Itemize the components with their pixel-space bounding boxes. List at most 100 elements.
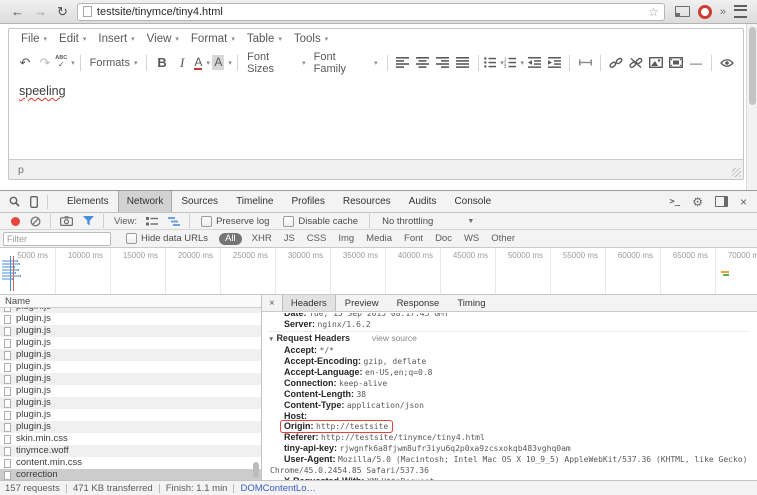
misspelled-word[interactable]: speeling [19, 84, 66, 98]
request-row[interactable]: plugin.js [0, 385, 261, 397]
devtools-tab-audits[interactable]: Audits [400, 191, 446, 212]
devtools-tab-resources[interactable]: Resources [334, 191, 400, 212]
type-filter-other[interactable]: Other [491, 233, 515, 244]
type-filter-ws[interactable]: WS [464, 233, 479, 244]
settings-gear-icon[interactable]: ⚙ [692, 195, 703, 209]
resize-grip[interactable] [732, 168, 741, 177]
request-row[interactable]: skin.min.css [0, 433, 261, 445]
devtools-tab-network[interactable]: Network [118, 191, 173, 212]
name-column-header[interactable]: Name [0, 295, 261, 308]
align-justify-button[interactable] [453, 53, 473, 73]
device-mode-icon[interactable] [30, 196, 38, 208]
text-color-button[interactable]: A [192, 53, 212, 73]
type-filter-css[interactable]: CSS [307, 233, 327, 244]
menu-icon[interactable] [734, 5, 747, 18]
media-button[interactable] [666, 53, 686, 73]
filter-input[interactable] [3, 232, 111, 246]
bullet-list-button[interactable] [484, 53, 504, 73]
request-row[interactable]: plugin.js [0, 325, 261, 337]
font-sizes-dropdown[interactable]: Font Sizes [243, 53, 310, 73]
undo-button[interactable]: ↶ [15, 53, 35, 73]
italic-button[interactable]: I [172, 53, 192, 73]
request-row[interactable]: plugin.js [0, 373, 261, 385]
align-center-button[interactable] [413, 53, 433, 73]
devtools-close-icon[interactable]: × [740, 195, 747, 209]
details-close-icon[interactable]: × [262, 298, 282, 309]
page-scrollbar[interactable] [746, 24, 757, 190]
menu-view[interactable]: View [147, 33, 179, 45]
requests-scrollbar[interactable] [253, 309, 260, 480]
devtools-tab-profiles[interactable]: Profiles [282, 191, 333, 212]
align-right-button[interactable] [433, 53, 453, 73]
type-filter-js[interactable]: JS [284, 233, 295, 244]
redo-button[interactable]: ↷ [35, 53, 55, 73]
request-row[interactable]: plugin.js [0, 349, 261, 361]
disable-cache-checkbox[interactable]: Disable cache [283, 216, 358, 227]
extension-record-icon[interactable] [698, 5, 712, 19]
request-row[interactable]: plugin.js [0, 409, 261, 421]
editor-content-area[interactable]: speeling [9, 76, 743, 159]
hide-data-urls-checkbox[interactable]: Hide data URLs [126, 233, 208, 244]
details-tab-response[interactable]: Response [388, 295, 449, 311]
reload-icon[interactable]: ↻ [57, 5, 68, 18]
view-list-icon[interactable] [146, 217, 158, 226]
clear-icon[interactable] [30, 216, 41, 227]
type-filter-doc[interactable]: Doc [435, 233, 452, 244]
bold-button[interactable]: B [152, 53, 172, 73]
nonbreaking-button[interactable] [575, 53, 595, 73]
type-filter-all[interactable]: All [219, 233, 242, 245]
bookmark-star-icon[interactable]: ☆ [648, 5, 659, 19]
request-row[interactable]: plugin.js [0, 421, 261, 433]
font-family-dropdown[interactable]: Font Family [310, 53, 382, 73]
request-row[interactable]: content.min.css [0, 457, 261, 469]
forward-icon[interactable]: → [34, 5, 47, 18]
scrollbar-thumb[interactable] [749, 27, 756, 105]
overflow-icon[interactable]: » [720, 6, 726, 18]
horizontal-rule-button[interactable]: — [686, 53, 706, 73]
align-left-button[interactable] [393, 53, 413, 73]
record-button[interactable] [11, 217, 20, 226]
details-tab-timing[interactable]: Timing [448, 295, 494, 311]
request-row[interactable]: plugin.js [0, 361, 261, 373]
numbered-list-button[interactable]: 123 [504, 53, 524, 73]
details-tab-headers[interactable]: Headers [282, 295, 336, 311]
menu-file[interactable]: File [21, 33, 47, 45]
view-source-link[interactable]: view source [372, 333, 417, 343]
preview-button[interactable] [717, 53, 737, 73]
triangle-down-icon[interactable]: ▼ [268, 335, 274, 345]
menu-table[interactable]: Table [247, 33, 282, 45]
menu-edit[interactable]: Edit [59, 33, 86, 45]
type-filter-img[interactable]: Img [338, 233, 354, 244]
cast-icon[interactable] [675, 6, 690, 17]
request-row[interactable]: tinymce.woff [0, 445, 261, 457]
devtools-tab-console[interactable]: Console [445, 191, 500, 212]
console-drawer-icon[interactable]: >_ [669, 197, 680, 207]
throttling-dropdown[interactable]: No throttling▼ [382, 216, 474, 227]
formats-dropdown[interactable]: Formats [86, 53, 141, 73]
screenshot-camera-icon[interactable] [60, 216, 73, 226]
type-filter-font[interactable]: Font [404, 233, 423, 244]
menu-format[interactable]: Format [191, 33, 235, 45]
menu-tools[interactable]: Tools [294, 33, 328, 45]
image-button[interactable] [646, 53, 666, 73]
network-overview[interactable]: 5000 ms10000 ms15000 ms20000 ms25000 ms3… [0, 248, 757, 295]
view-waterfall-icon[interactable] [168, 217, 180, 226]
back-icon[interactable]: ← [11, 5, 24, 18]
link-button[interactable] [606, 53, 626, 73]
devtools-tab-timeline[interactable]: Timeline [227, 191, 282, 212]
type-filter-xhr[interactable]: XHR [252, 233, 272, 244]
menu-insert[interactable]: Insert [98, 33, 134, 45]
request-row[interactable]: plugin.js [0, 337, 261, 349]
type-filter-media[interactable]: Media [366, 233, 392, 244]
unlink-button[interactable] [626, 53, 646, 73]
filter-funnel-icon[interactable] [83, 216, 94, 226]
request-row[interactable]: correction [0, 469, 261, 480]
request-row[interactable]: plugin.js [0, 397, 261, 409]
indent-button[interactable] [544, 53, 564, 73]
preserve-log-checkbox[interactable]: Preserve log [201, 216, 269, 227]
devtools-tab-elements[interactable]: Elements [58, 191, 118, 212]
element-path[interactable]: p [18, 164, 24, 176]
outdent-button[interactable] [524, 53, 544, 73]
background-color-button[interactable]: A [212, 53, 232, 73]
address-bar[interactable]: testsite/tinymce/tiny4.html ☆ [77, 3, 665, 21]
